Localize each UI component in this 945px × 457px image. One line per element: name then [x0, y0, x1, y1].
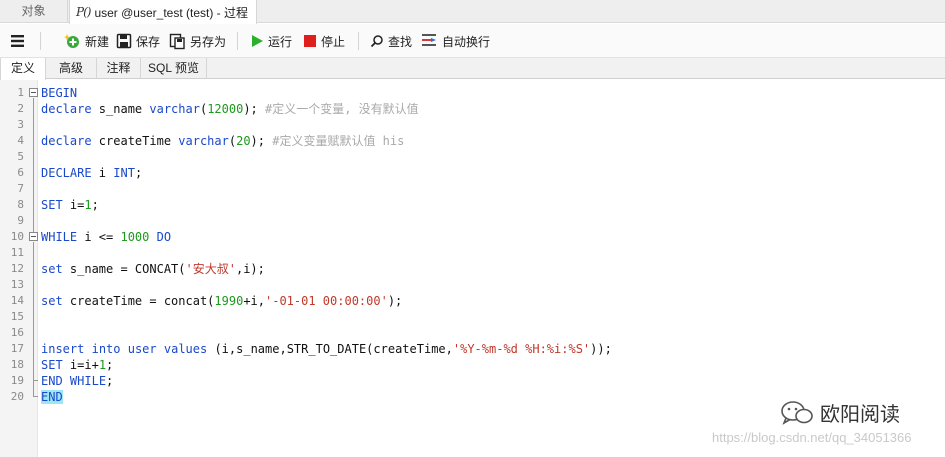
- new-button[interactable]: 新建: [64, 29, 109, 53]
- matched-bracket-highlight: END: [41, 390, 63, 404]
- line-number: 14: [10, 294, 24, 307]
- tab-advanced[interactable]: 高级: [46, 58, 97, 79]
- watermark-url: https://blog.csdn.net/qq_34051366: [712, 430, 912, 445]
- editor-toolbar: 新建 保存 另存为 运行 停止 查找 自动换行: [0, 24, 945, 58]
- tab-sql-preview[interactable]: SQL 预览: [141, 58, 207, 79]
- toolbar-divider: [237, 32, 238, 50]
- watermark-brand-text: 欧阳阅读: [820, 404, 900, 426]
- code-line-19: END WHILE;: [41, 374, 114, 388]
- tab-objects[interactable]: 对象: [0, 0, 68, 23]
- fold-end-begin: [33, 396, 38, 397]
- run-icon: [252, 35, 263, 47]
- code-line-12: set s_name = CONCAT('安大叔',i);: [41, 262, 265, 276]
- tab-comment[interactable]: 注释: [97, 58, 141, 79]
- code-line-18: SET i=i+1;: [41, 358, 114, 372]
- save-icon: [116, 33, 132, 49]
- watermark-brand: 欧阳阅读: [780, 398, 900, 427]
- save-as-icon: [169, 33, 185, 49]
- line-number-gutter: 1 2 3 4 5 6 7 8 9 10 11 12 13 14 15 16 1…: [0, 80, 38, 457]
- fold-guide: [33, 242, 34, 396]
- fold-end-while: [33, 380, 38, 381]
- tab-definition[interactable]: 定义: [0, 58, 46, 80]
- object-subtabs: 定义 高级 注释 SQL 预览: [0, 58, 945, 80]
- save-button[interactable]: 保存: [116, 29, 160, 53]
- search-icon: [370, 35, 383, 48]
- code-line-1: BEGIN: [41, 86, 78, 100]
- save-as-label: 另存为: [190, 34, 227, 49]
- wechat-icon: [781, 400, 813, 425]
- save-as-button[interactable]: 另存为: [169, 29, 226, 53]
- line-number: 20: [10, 390, 24, 403]
- find-button[interactable]: 查找: [370, 29, 412, 53]
- procedure-icon: P(): [76, 5, 91, 19]
- new-icon: [64, 33, 79, 48]
- line-number: 4: [17, 134, 24, 147]
- line-number: 1: [17, 86, 24, 99]
- code-line-8: SET i=1;: [41, 198, 99, 212]
- code-line-2: declare s_name varchar(12000); #定义一个变量, …: [41, 102, 419, 116]
- line-number: 2: [17, 102, 24, 115]
- word-wrap-icon: [422, 34, 436, 46]
- stop-label: 停止: [321, 34, 346, 49]
- line-number: 8: [17, 198, 24, 211]
- line-number: 19: [10, 374, 24, 387]
- line-number: 7: [17, 182, 24, 195]
- find-label: 查找: [388, 34, 413, 49]
- line-number: 11: [10, 246, 24, 259]
- code-line-17: insert into user values (i,s_name,STR_TO…: [41, 342, 612, 356]
- tab-procedure-user[interactable]: P() user @user_test (test) - 过程: [69, 0, 257, 24]
- line-number: 3: [17, 118, 24, 131]
- line-number: 12: [10, 262, 24, 275]
- stop-button[interactable]: 停止: [303, 29, 345, 53]
- run-label: 运行: [268, 34, 293, 49]
- new-label: 新建: [85, 34, 110, 49]
- line-number: 15: [10, 310, 24, 323]
- code-line-6: DECLARE i INT;: [41, 166, 143, 180]
- hamburger-icon: [11, 35, 24, 47]
- code-line-14: set createTime = concat(1990+i,'-01-01 0…: [41, 294, 403, 308]
- run-button[interactable]: 运行: [250, 29, 292, 53]
- fold-toggle-while[interactable]: [29, 232, 38, 241]
- line-number: 18: [10, 358, 24, 371]
- line-number: 13: [10, 278, 24, 291]
- line-number: 9: [17, 214, 24, 227]
- code-line-4: declare createTime varchar(20); #定义变量赋默认…: [41, 134, 405, 148]
- tab-procedure-label: user @user_test (test) - 过程: [94, 5, 248, 20]
- line-number: 10: [10, 230, 24, 243]
- save-label: 保存: [136, 34, 161, 49]
- fold-guide: [33, 98, 34, 232]
- line-number: 16: [10, 326, 24, 339]
- toolbar-divider: [358, 32, 359, 50]
- document-tab-bar: 对象 P() user @user_test (test) - 过程: [0, 0, 945, 24]
- stop-icon: [304, 35, 316, 47]
- menu-button[interactable]: [10, 29, 26, 53]
- code-line-20: END: [41, 389, 63, 405]
- fold-toggle-begin[interactable]: [29, 88, 38, 97]
- word-wrap-label: 自动换行: [442, 34, 491, 49]
- line-number: 17: [10, 342, 24, 355]
- code-line-10: WHILE i <= 1000 DO: [41, 230, 172, 244]
- line-number: 5: [17, 150, 24, 163]
- toolbar-divider: [40, 32, 41, 50]
- line-number: 6: [17, 166, 24, 179]
- word-wrap-button[interactable]: 自动换行: [421, 29, 490, 53]
